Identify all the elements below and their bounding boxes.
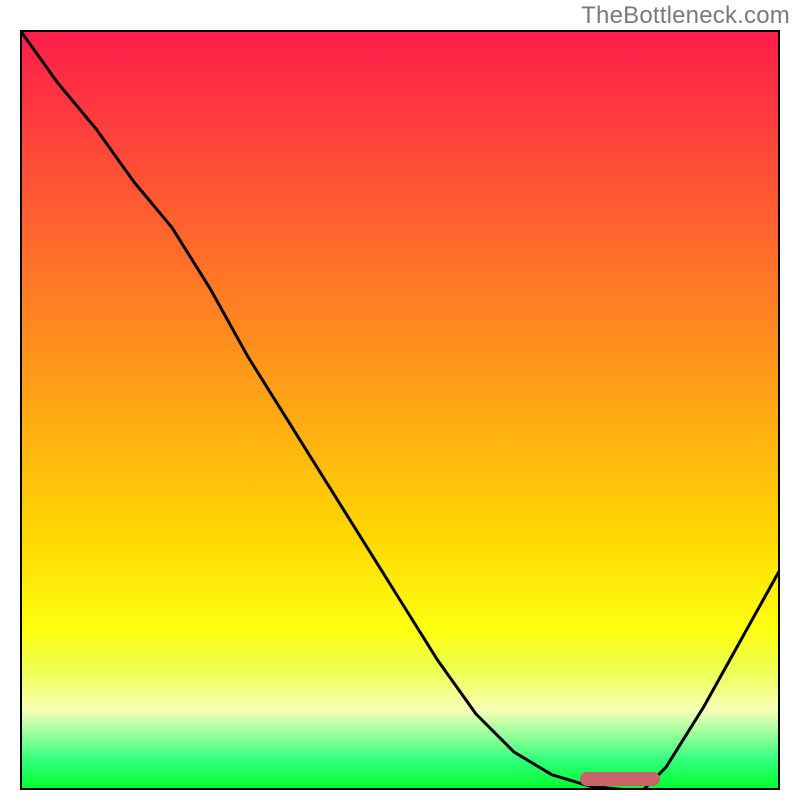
optimal-range-marker: [580, 772, 660, 786]
bottleneck-curve: [20, 30, 780, 790]
chart-plot-area: [20, 30, 780, 790]
curve-path: [20, 30, 780, 790]
watermark-text: TheBottleneck.com: [581, 2, 790, 30]
